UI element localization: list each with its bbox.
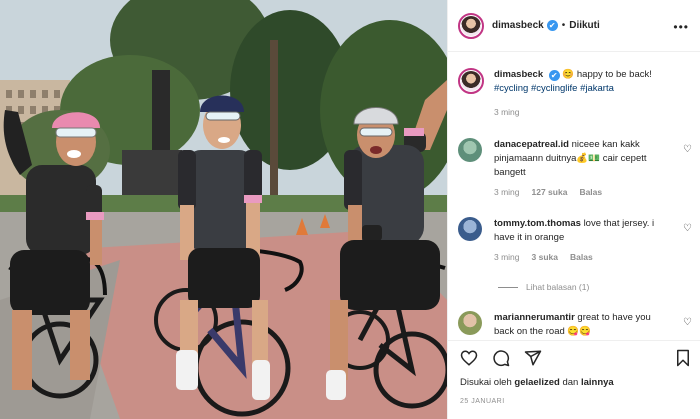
comment-likes[interactable]: 127 suka <box>532 187 568 197</box>
post-date[interactable]: 25 JANUARI <box>460 398 505 405</box>
caption-avatar[interactable] <box>458 68 484 94</box>
comment-avatar[interactable] <box>458 311 482 335</box>
comment-icon[interactable] <box>492 349 510 367</box>
comment-avatar[interactable] <box>458 138 482 162</box>
likes-prefix: Disukai oleh <box>460 377 512 388</box>
post-header: dimasbeck ✔ • Diikuti ••• <box>448 0 700 52</box>
post-sidebar: dimasbeck ✔ • Diikuti ••• dimasbeck ✔ 😊 … <box>447 0 700 419</box>
likes-summary: Disukai oleh gelaelized dan lainnya <box>460 377 614 388</box>
comment-item: tommy.tom.thomas love that jersey. i hav… <box>458 217 693 262</box>
bookmark-icon[interactable] <box>675 349 691 367</box>
heart-icon[interactable] <box>460 349 478 367</box>
caption-verified-icon: ✔ <box>548 70 560 81</box>
post-actions: Disukai oleh gelaelized dan lainnya 25 J… <box>448 340 700 419</box>
comment-username[interactable]: mariannerumantir <box>494 312 575 323</box>
more-horizontal-icon[interactable]: ••• <box>673 20 689 34</box>
reply-button[interactable]: Balas <box>570 252 593 262</box>
comment-avatar[interactable] <box>458 217 482 241</box>
view-replies-button[interactable]: Lihat balasan (1) <box>498 282 589 292</box>
view-replies-label: Lihat balasan (1) <box>526 282 590 292</box>
comment-like-heart-icon[interactable]: ♡ <box>683 144 693 155</box>
post-photo[interactable] <box>0 0 447 419</box>
author-avatar[interactable] <box>458 12 484 39</box>
liked-by-user[interactable]: gelaelized <box>514 377 559 388</box>
reply-button[interactable]: Balas <box>579 187 602 197</box>
comment-item: danacepatreal.id niceee kan kakk pinjama… <box>458 138 693 197</box>
comment-item: mariannerumantir great to have you back … <box>458 311 693 339</box>
caption-username[interactable]: dimasbeck <box>494 69 543 80</box>
caption: dimasbeck ✔ 😊 happy to be back! #cycling… <box>458 68 693 117</box>
likes-conjunction: dan <box>562 377 579 388</box>
caption-hashtags[interactable]: #cycling #cyclinglife #jakarta <box>494 83 614 94</box>
comment-like-heart-icon[interactable]: ♡ <box>683 223 693 234</box>
caption-time[interactable]: 3 ming <box>494 107 520 117</box>
comment-time[interactable]: 3 ming <box>494 252 520 262</box>
header-separator: • <box>561 20 566 31</box>
caption-text: 😊 happy to be back! <box>562 69 652 80</box>
comment-username[interactable]: tommy.tom.thomas <box>494 218 581 229</box>
comment-username[interactable]: danacepatreal.id <box>494 139 569 150</box>
author-username[interactable]: dimasbeck <box>492 20 544 31</box>
verified-badge-icon: ✔ <box>546 20 558 31</box>
comment-likes[interactable]: 3 suka <box>532 252 558 262</box>
cyclists-photo <box>0 0 447 419</box>
share-icon[interactable] <box>524 349 542 367</box>
comment-time[interactable]: 3 ming <box>494 187 520 197</box>
replies-divider <box>498 286 518 288</box>
comment-like-heart-icon[interactable]: ♡ <box>683 317 693 328</box>
follow-button[interactable]: Diikuti <box>569 20 600 31</box>
likes-others-link[interactable]: lainnya <box>581 377 614 388</box>
